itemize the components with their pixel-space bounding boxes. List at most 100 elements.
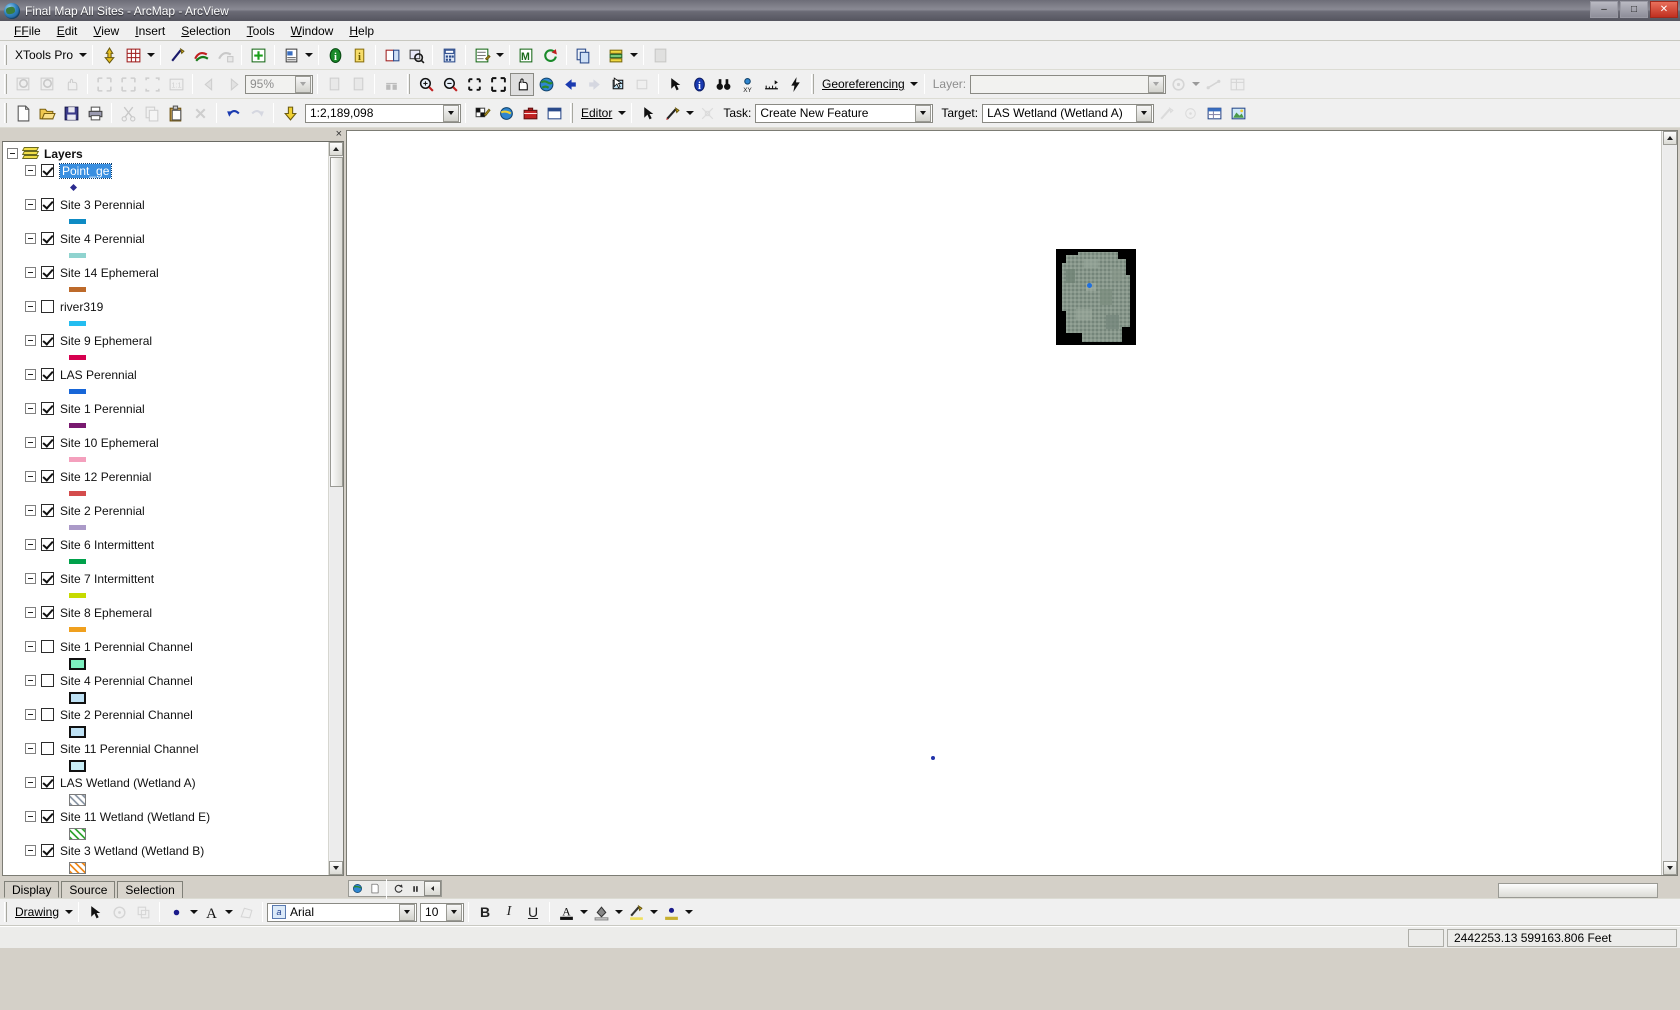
layer-visibility-checkbox[interactable] [41, 606, 54, 619]
layer-symbol-box[interactable] [69, 691, 86, 704]
copy-layers-icon[interactable] [571, 44, 595, 67]
editor-toolbar-icon[interactable] [470, 102, 494, 125]
layer-symbol-line[interactable] [69, 457, 86, 462]
chevron-down-icon[interactable] [399, 903, 416, 921]
expand-collapse-icon[interactable] [25, 335, 36, 346]
print-icon[interactable] [83, 102, 107, 125]
toc-layer-17[interactable]: Site 11 Perennial Channel [7, 740, 328, 757]
drawing-dropdown-arrow[interactable] [63, 901, 74, 924]
zoom-selection-icon[interactable] [404, 44, 428, 67]
toc-layer-16[interactable]: Site 2 Perennial Channel [7, 706, 328, 723]
full-extent-globe-icon[interactable] [534, 73, 558, 96]
chevron-down-icon[interactable] [446, 903, 463, 921]
georeferencing-menu[interactable]: Georeferencing [818, 77, 909, 91]
zoom-in-icon[interactable] [414, 73, 438, 96]
toolbar-grip[interactable] [4, 103, 7, 123]
merge-icon[interactable]: M [514, 44, 538, 67]
expand-collapse-icon[interactable] [25, 301, 36, 312]
expand-collapse-icon[interactable] [25, 709, 36, 720]
tab-display[interactable]: Display [4, 881, 60, 898]
layer-symbol-row[interactable] [7, 655, 328, 672]
command-line-icon[interactable] [542, 102, 566, 125]
layer-visibility-checkbox[interactable] [41, 232, 54, 245]
go-to-xy-icon[interactable]: XY [735, 73, 759, 96]
select-elements-arrow-icon[interactable] [83, 901, 107, 924]
layer-symbol-line[interactable] [69, 253, 86, 258]
toc-layer-19[interactable]: Site 11 Wetland (Wetland E) [7, 808, 328, 825]
toc-layer-3[interactable]: Site 14 Ephemeral [7, 264, 328, 281]
toc-layer-6[interactable]: LAS Perennial [7, 366, 328, 383]
italic-button[interactable]: I [497, 901, 521, 924]
xtools-pro-dropdown-arrow[interactable] [77, 44, 88, 67]
layer-symbol-line[interactable] [69, 593, 86, 598]
aerial-imagery-raster[interactable] [1056, 249, 1136, 345]
layout-zoom-combo[interactable]: 95% [245, 74, 313, 94]
toc-layer-9[interactable]: Site 12 Perennial [7, 468, 328, 485]
toc-layer-5[interactable]: Site 9 Ephemeral [7, 332, 328, 349]
menu-tools[interactable]: Tools [239, 22, 283, 40]
toolbar-grip[interactable] [4, 902, 7, 922]
line-color-dropdown-arrow[interactable] [648, 901, 659, 924]
undo-icon[interactable] [221, 102, 245, 125]
expand-collapse-icon[interactable] [25, 845, 36, 856]
layer-visibility-checkbox[interactable] [41, 198, 54, 211]
refresh-sync-icon[interactable] [538, 44, 562, 67]
font-name-combo[interactable]: a Arial [267, 902, 418, 922]
layer-symbol-line[interactable] [69, 491, 86, 496]
layer-symbol-row[interactable] [7, 281, 328, 298]
tab-selection[interactable]: Selection [117, 881, 183, 898]
table-grid-icon[interactable] [121, 44, 145, 67]
measure-icon[interactable] [759, 73, 783, 96]
menu-insert[interactable]: Insert [127, 22, 173, 40]
fill-color-icon[interactable] [589, 901, 613, 924]
scroll-track[interactable] [329, 487, 343, 861]
font-color-dropdown-arrow[interactable] [578, 901, 589, 924]
layer-symbol-row[interactable] [7, 417, 328, 434]
layer-symbol-row[interactable] [7, 723, 328, 740]
edit-table-dropdown-arrow[interactable] [494, 44, 505, 67]
marker-color-icon[interactable] [659, 901, 683, 924]
layer-visibility-checkbox[interactable] [41, 844, 54, 857]
expand-collapse-icon[interactable] [25, 471, 36, 482]
expand-collapse-icon[interactable] [7, 148, 18, 159]
expand-collapse-icon[interactable] [25, 811, 36, 822]
layer-tree[interactable]: Layers Point_ge Site 3 Perennial Site 4 Pe… [3, 142, 328, 875]
collapse-icon[interactable] [424, 881, 441, 896]
layer-symbol-line[interactable] [69, 321, 86, 326]
layer-symbol-row[interactable] [7, 247, 328, 264]
layer-visibility-checkbox[interactable] [41, 538, 54, 551]
hyperlink-lightning-icon[interactable] [783, 73, 807, 96]
toc-layer-10[interactable]: Site 2 Perennial [7, 502, 328, 519]
toc-layer-1[interactable]: Site 3 Perennial [7, 196, 328, 213]
expand-collapse-icon[interactable] [25, 233, 36, 244]
toc-layer-15[interactable]: Site 4 Perennial Channel [7, 672, 328, 689]
close-icon[interactable]: × [336, 129, 342, 140]
layer-visibility-checkbox[interactable] [41, 334, 54, 347]
save-disk-icon[interactable] [59, 102, 83, 125]
expand-collapse-icon[interactable] [25, 539, 36, 550]
chevron-down-icon[interactable] [1136, 104, 1153, 122]
editor-dropdown-arrow[interactable] [616, 102, 627, 125]
layer-symbol-row[interactable] [7, 315, 328, 332]
layer-symbol-row[interactable] [7, 553, 328, 570]
tab-source[interactable]: Source [61, 881, 116, 898]
layer-symbol-hatch[interactable] [69, 793, 86, 806]
layer-visibility-checkbox[interactable] [41, 402, 54, 415]
editor-target-combo[interactable]: LAS Wetland (Wetland A) [982, 103, 1155, 123]
toc-layer-12[interactable]: Site 7 Intermittent [7, 570, 328, 587]
map-point-feature[interactable] [931, 756, 935, 760]
new-text-dropdown-arrow[interactable] [223, 901, 234, 924]
attribute-table-icon[interactable] [380, 44, 404, 67]
bold-button[interactable]: B [473, 901, 497, 924]
map-scroll-up-button[interactable] [1662, 131, 1677, 145]
toc-layer-18[interactable]: LAS Wetland (Wetland A) [7, 774, 328, 791]
chevron-down-icon[interactable] [295, 75, 311, 93]
add-point-icon[interactable] [97, 44, 121, 67]
expand-collapse-icon[interactable] [25, 267, 36, 278]
pause-icon[interactable] [407, 881, 424, 896]
map-tips-icon[interactable] [494, 102, 518, 125]
toc-layer-20[interactable]: Site 3 Wetland (Wetland B) [7, 842, 328, 859]
layer-symbol-line[interactable] [69, 287, 86, 292]
shape-convert-icon[interactable] [189, 44, 213, 67]
layer-visibility-checkbox[interactable] [41, 164, 54, 177]
